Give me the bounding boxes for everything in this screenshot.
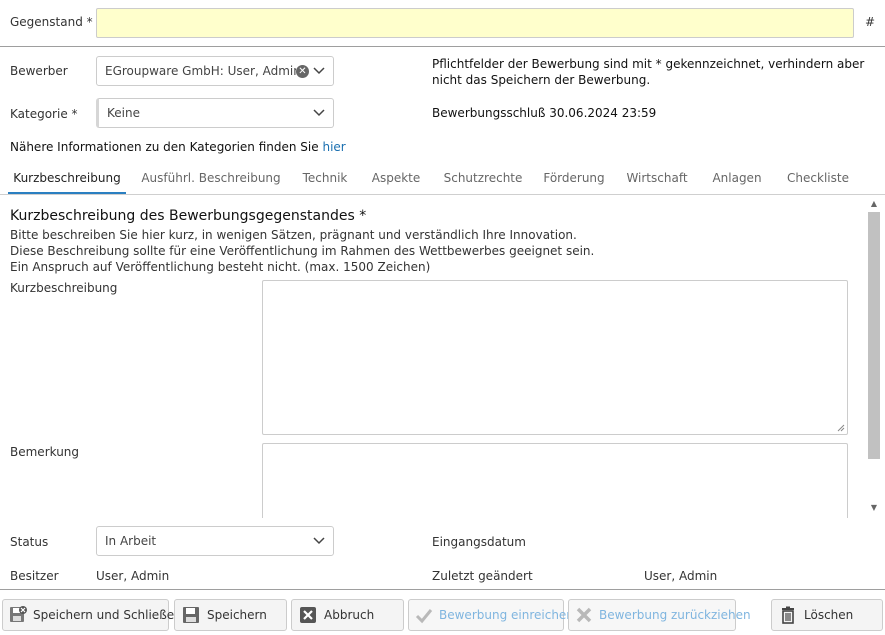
chevron-down-icon[interactable] [309, 531, 329, 551]
number-hash-label: # [865, 15, 875, 29]
remark-textarea[interactable] [262, 443, 848, 523]
resize-handle-icon[interactable] [837, 424, 845, 432]
scrollbar-thumb[interactable] [868, 212, 880, 459]
category-info-line: Nähere Informationen zu den Kategorien f… [10, 140, 346, 154]
subject-input[interactable] [96, 8, 854, 38]
clear-icon[interactable]: ✕ [296, 65, 309, 78]
last-modified-value: User, Admin [644, 569, 717, 583]
x-mark-icon [575, 605, 593, 625]
withdraw-application-button[interactable]: Bewerbung zurückziehen [568, 599, 736, 631]
category-value: Keine [107, 106, 309, 120]
short-description-label: Kurzbeschreibung [10, 281, 117, 295]
applicant-value: EGroupware GmbH: User, Admin [105, 64, 296, 78]
top-divider [0, 46, 885, 47]
status-value: In Arbeit [105, 534, 309, 548]
tab-wirtschaft[interactable]: Wirtschaft [620, 164, 694, 194]
status-select[interactable]: In Arbeit [96, 526, 334, 556]
category-info-link[interactable]: hier [322, 140, 345, 154]
owner-value: User, Admin [96, 569, 169, 583]
deadline-text: Bewerbungsschluß 30.06.2024 23:59 [432, 106, 656, 120]
chevron-down-icon[interactable] [309, 61, 329, 81]
applicant-select[interactable]: EGroupware GmbH: User, Admin ✕ [96, 56, 334, 86]
category-info-text: Nähere Informationen zu den Kategorien f… [10, 140, 319, 154]
received-date-label: Eingangsdatum [432, 535, 526, 549]
cancel-label: Abbruch [324, 608, 374, 622]
description-line: Diese Beschreibung sollte für eine Veröf… [10, 243, 594, 259]
tab-technik[interactable]: Technik [294, 164, 356, 194]
trash-icon [778, 605, 798, 625]
description-line: Ein Anspruch auf Veröffentlichung besteh… [10, 259, 594, 275]
section-title: Kurzbeschreibung des Bewerbungsgegenstan… [10, 208, 366, 224]
save-and-close-button[interactable]: Speichern und Schließen [2, 599, 169, 631]
tab-schutzrechte[interactable]: Schutzrechte [438, 164, 528, 194]
tab-aspekte[interactable]: Aspekte [364, 164, 428, 194]
chevron-down-icon[interactable] [309, 103, 329, 123]
content-clip [0, 518, 866, 526]
cancel-button[interactable]: Abbruch [291, 599, 404, 631]
tab-anlagen[interactable]: Anlagen [704, 164, 770, 194]
category-select[interactable]: Keine [96, 98, 334, 128]
remark-label: Bemerkung [10, 445, 79, 459]
save-label: Speichern [207, 608, 267, 622]
category-label: Kategorie * [10, 107, 78, 121]
save-button[interactable]: Speichern [174, 599, 287, 631]
delete-button[interactable]: Löschen [771, 599, 883, 631]
required-fields-note: Pflichtfelder der Bewerbung sind mit * g… [432, 56, 877, 88]
applicant-label: Bewerber [10, 64, 68, 78]
status-label: Status [10, 535, 48, 549]
last-modified-label: Zuletzt geändert [432, 569, 533, 583]
delete-label: Löschen [804, 608, 853, 622]
tab-foerderung[interactable]: Förderung [538, 164, 610, 194]
owner-label: Besitzer [10, 569, 59, 583]
description-line: Bitte beschreiben Sie hier kurz, in weni… [10, 227, 594, 243]
tab-checkliste[interactable]: Checkliste [780, 164, 856, 194]
submit-application-label: Bewerbung einreichen [439, 608, 574, 622]
close-icon [298, 605, 318, 625]
tab-bar: Kurzbeschreibung Ausführl. Beschreibung … [0, 164, 885, 195]
subject-label: Gegenstand * [10, 15, 93, 29]
tab-ausfuehrl-beschreibung[interactable]: Ausführl. Beschreibung [136, 164, 286, 194]
short-description-textarea[interactable] [262, 280, 848, 435]
save-and-close-label: Speichern und Schließen [33, 608, 182, 622]
submit-application-button[interactable]: Bewerbung einreichen [408, 599, 564, 631]
withdraw-application-label: Bewerbung zurückziehen [599, 608, 751, 622]
scroll-up-icon[interactable]: ▲ [868, 198, 880, 210]
checkmark-icon [415, 605, 433, 625]
save-icon [181, 605, 201, 625]
tab-kurzbeschreibung[interactable]: Kurzbeschreibung [8, 164, 126, 194]
save-close-icon [9, 605, 27, 625]
section-description: Bitte beschreiben Sie hier kurz, in weni… [10, 227, 594, 275]
scroll-down-icon[interactable]: ▼ [868, 502, 880, 514]
bottom-divider [0, 589, 885, 590]
